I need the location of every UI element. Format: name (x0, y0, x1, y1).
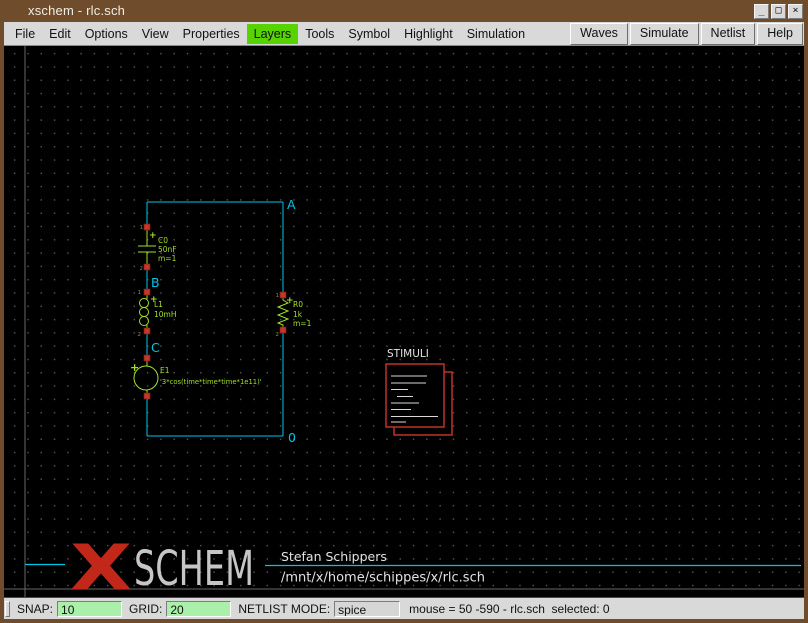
menu-highlight[interactable]: Highlight (397, 24, 460, 44)
menu-properties[interactable]: Properties (176, 24, 247, 44)
plus-sign: + (149, 231, 157, 241)
component-source-e1[interactable]: + E1 '3*cos(time*time*time*1e11)' (130, 355, 262, 399)
pin-number: 2 (276, 332, 280, 338)
component-capacitor-c0[interactable]: + 1 2 C0 50nF m=1 (138, 224, 177, 272)
waves-button[interactable]: Waves (570, 23, 628, 45)
menu-layers[interactable]: Layers (247, 24, 299, 44)
component-value: 10mH (154, 310, 177, 319)
help-button[interactable]: Help (757, 23, 803, 45)
close-icon[interactable]: × (788, 4, 803, 19)
stimuli-label: STIMULI (387, 348, 429, 360)
stimuli-symbol[interactable]: STIMULI (386, 348, 452, 435)
maximize-icon[interactable]: □ (771, 4, 786, 19)
pin-square[interactable] (280, 292, 286, 298)
schematic-drawing: + 1 2 C0 50nF m=1 B + (4, 46, 804, 597)
component-mult: m=1 (158, 254, 177, 263)
component-ref: E1 (160, 366, 170, 375)
pin-number: 1 (276, 293, 280, 299)
simulate-button[interactable]: Simulate (630, 23, 699, 45)
component-value: '3*cos(time*time*time*1e11)' (160, 378, 262, 386)
mouse-status-text: mouse = 50 -590 - rlc.sch selected: 0 (409, 602, 609, 616)
logo-schem: SCHEM (134, 541, 254, 597)
pin-number: 2 (140, 266, 144, 272)
menu-tools[interactable]: Tools (298, 24, 341, 44)
pin-square[interactable] (144, 328, 150, 334)
statusbar-grip[interactable] (5, 601, 10, 617)
pin-square[interactable] (144, 355, 150, 361)
pin-number: 1 (140, 225, 144, 231)
netlist-mode-input[interactable]: spice (334, 601, 400, 617)
pin-square[interactable] (144, 264, 150, 270)
author-name: Stefan Schippers (281, 549, 387, 564)
xschem-window: xschem - rlc.sch _ □ × File Edit Options… (0, 0, 808, 623)
file-path: /mnt/x/home/schippes/x/rlc.sch (281, 571, 485, 586)
window-controls: _ □ × (754, 4, 803, 19)
menus: File Edit Options View Properties Layers… (4, 24, 532, 44)
net-label-a[interactable]: A (287, 197, 296, 212)
pin-number: 2 (138, 332, 142, 338)
schematic-canvas[interactable]: + 1 2 C0 50nF m=1 B + (4, 46, 804, 597)
net-label-c[interactable]: C (151, 340, 160, 355)
component-ref: L1 (154, 300, 163, 309)
component-mult: m=1 (293, 319, 312, 328)
pin-number: 1 (138, 290, 142, 296)
logo-x: X (70, 531, 132, 597)
stimuli-front-rect (386, 364, 444, 427)
menu-edit[interactable]: Edit (42, 24, 78, 44)
component-value: 50nF (158, 245, 177, 254)
menubar: File Edit Options View Properties Layers… (4, 22, 804, 46)
statusbar: SNAP: 10 GRID: 20 NETLIST MODE: spice mo… (4, 597, 804, 619)
pin-square[interactable] (280, 327, 286, 333)
pin-square[interactable] (144, 393, 150, 399)
component-value: 1k (293, 310, 303, 319)
footer: X SCHEM Stefan Schippers /mnt/x/home/sch… (25, 531, 801, 597)
component-ref: C0 (158, 236, 168, 245)
snap-label: SNAP: (17, 602, 53, 616)
grid-label: GRID: (129, 602, 162, 616)
netlist-button[interactable]: Netlist (701, 23, 756, 45)
component-resistor-r0[interactable]: + 1 2 R0 1k m=1 (276, 292, 312, 338)
pin-square[interactable] (144, 224, 150, 230)
menu-file[interactable]: File (8, 24, 42, 44)
window-title: xschem - rlc.sch (28, 3, 125, 18)
menu-view[interactable]: View (135, 24, 176, 44)
pin-square[interactable] (144, 289, 150, 295)
menu-options[interactable]: Options (78, 24, 135, 44)
menu-symbol[interactable]: Symbol (341, 24, 397, 44)
plus-sign: + (130, 361, 139, 374)
minimize-icon[interactable]: _ (754, 4, 769, 19)
titlebar[interactable]: xschem - rlc.sch _ □ × (0, 0, 808, 22)
net-label-b[interactable]: B (151, 275, 160, 290)
component-inductor-l1[interactable]: + 1 2 L1 10mH (138, 289, 177, 338)
net-label-gnd[interactable]: 0 (288, 430, 296, 445)
grid-input[interactable]: 20 (166, 601, 231, 617)
netlist-mode-label: NETLIST MODE: (238, 602, 330, 616)
menubar-buttons: Waves Simulate Netlist Help (569, 22, 804, 46)
menu-simulation[interactable]: Simulation (460, 24, 532, 44)
snap-input[interactable]: 10 (57, 601, 122, 617)
component-ref: R0 (293, 300, 303, 309)
